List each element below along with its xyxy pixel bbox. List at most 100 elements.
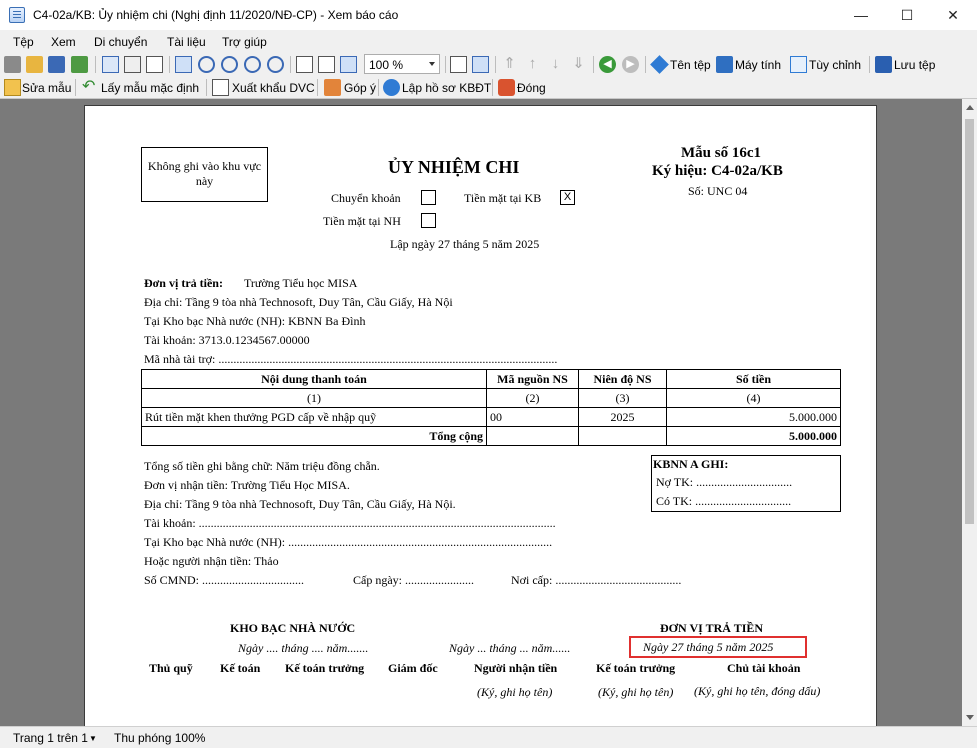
customize-icon[interactable] <box>790 56 807 73</box>
edit-template-button[interactable]: Sửa mẫu <box>22 81 71 95</box>
close-report-button[interactable]: Đóng <box>517 81 546 95</box>
zoom-select[interactable]: 100 % <box>364 54 440 74</box>
total-label: Tổng cộng <box>141 426 487 446</box>
header-content: Nội dung thanh toán <box>141 369 487 389</box>
single-page-icon[interactable] <box>450 56 467 73</box>
document-number: Số: UNC 04 <box>688 184 748 198</box>
close-window-button[interactable]: ✕ <box>930 0 976 31</box>
save-file-icon[interactable] <box>875 56 892 73</box>
globe-icon[interactable] <box>383 79 400 96</box>
treasury-date-placeholder: Ngày .... tháng .... năm....... <box>238 641 369 655</box>
whole-page-icon[interactable] <box>318 56 335 73</box>
undo-arrow-icon[interactable]: ↶ <box>82 79 99 96</box>
menu-file[interactable]: Tệp <box>13 35 34 49</box>
total-amount: 5.000.000 <box>666 426 841 446</box>
export-dvc-button[interactable]: Xuất khẩu DVC <box>232 81 315 95</box>
feedback-icon[interactable] <box>324 79 341 96</box>
first-page-icon[interactable]: ⇑ <box>501 56 518 73</box>
page-dropdown-icon[interactable]: ▼ <box>89 734 97 743</box>
cash-nh-checkbox[interactable] <box>421 213 436 228</box>
menu-navigate[interactable]: Di chuyển <box>94 35 147 49</box>
zoom-out-icon[interactable] <box>244 56 261 73</box>
row-fiscal-year: 2025 <box>578 407 667 427</box>
total-empty <box>578 426 667 446</box>
role-chief-accountant: Kế toán trưởng <box>285 661 365 675</box>
edit-template-icon[interactable] <box>4 79 21 96</box>
calculator-button[interactable]: Máy tính <box>735 58 781 72</box>
zoom-in-icon[interactable] <box>221 56 238 73</box>
print-icon[interactable] <box>4 56 21 73</box>
scroll-up-icon[interactable] <box>966 105 974 110</box>
issue-place: Nơi cấp: ...............................… <box>511 573 682 587</box>
menu-document[interactable]: Tài liệu <box>167 35 206 49</box>
create-kbdt-button[interactable]: Lập hồ sơ KBĐT <box>402 81 491 95</box>
transfer-checkbox[interactable] <box>421 190 436 205</box>
window-title: C4-02a/KB: Ủy nhiệm chi (Nghị định 11/20… <box>33 8 399 22</box>
zoom-fit-icon[interactable] <box>267 56 284 73</box>
sign-note-chief-accountant: (Ký, ghi họ tên) <box>598 685 674 699</box>
treasury-sign-header: KHO BẠC NHÀ NƯỚC <box>230 621 356 635</box>
cash-nh-label: Tiền mặt tại NH <box>323 214 401 228</box>
forward-icon[interactable]: ▶ <box>622 56 639 73</box>
payer-name: Trường Tiểu học MISA <box>244 276 358 290</box>
previous-page-icon[interactable]: ↑ <box>524 56 541 73</box>
menu-view[interactable]: Xem <box>51 35 76 49</box>
kbnn-debit: Nợ TK: ................................ <box>656 475 793 489</box>
minimize-button[interactable]: — <box>838 0 884 31</box>
calculator-icon[interactable] <box>716 56 733 73</box>
maximize-button[interactable]: ☐ <box>884 0 930 31</box>
preview-icon[interactable] <box>146 56 163 73</box>
customize-button[interactable]: Tùy chỉnh <box>809 58 861 72</box>
header-source-code: Mã nguồn NS <box>486 369 579 389</box>
export-dvc-icon[interactable] <box>212 79 229 96</box>
recipient-date-placeholder: Ngày ... tháng ... năm...... <box>449 641 571 655</box>
payer-label: Đơn vị trả tiền: <box>144 276 223 290</box>
last-page-icon[interactable]: ⇓ <box>570 56 587 73</box>
chevron-down-icon <box>429 62 435 66</box>
vertical-scrollbar[interactable] <box>962 99 977 726</box>
role-accountant: Kế toán <box>220 661 261 675</box>
scroll-thumb[interactable] <box>965 119 974 524</box>
save-icon[interactable] <box>48 56 65 73</box>
find-icon[interactable] <box>124 56 141 73</box>
page-indicator[interactable]: Trang 1 trên 1 <box>13 731 88 745</box>
file-name-button[interactable]: Tên tệp <box>670 58 711 72</box>
menu-help[interactable]: Trợ giúp <box>222 35 267 49</box>
scroll-down-icon[interactable] <box>966 715 974 720</box>
multi-page-icon[interactable] <box>472 56 489 73</box>
recipient-person: Hoặc người nhận tiền: Thảo <box>144 554 279 568</box>
cash-kb-checkbox[interactable]: X <box>560 190 575 205</box>
issue-date: Cấp ngày: ....................... <box>353 573 474 587</box>
table-row: Rút tiền mặt khen thưởng PGD cấp về nhập… <box>141 407 841 427</box>
report-viewer[interactable]: Không ghi vào khu vực này ỦY NHIỆM CHI M… <box>0 99 962 726</box>
open-folder-icon[interactable] <box>26 56 43 73</box>
close-report-icon[interactable] <box>498 79 515 96</box>
zoom-icon[interactable] <box>198 56 215 73</box>
status-bar: Trang 1 trên 1 ▼ Thu phóng 100% <box>0 726 977 748</box>
payer-treasury: Tại Kho bạc Nhà nước (NH): KBNN Ba Đình <box>144 314 366 328</box>
page-width-icon[interactable] <box>296 56 313 73</box>
header-fiscal-year: Niên độ NS <box>578 369 667 389</box>
save-file-button[interactable]: Lưu tệp <box>894 58 935 72</box>
col-number: (1) <box>141 388 487 408</box>
export-icon[interactable] <box>71 56 88 73</box>
feedback-button[interactable]: Góp ý <box>344 81 376 95</box>
payer-address: Địa chỉ: Tầng 9 tòa nhà Technosoft, Duy … <box>144 295 453 309</box>
zoom-100-icon[interactable] <box>340 56 357 73</box>
no-write-box: Không ghi vào khu vực này <box>141 147 268 202</box>
zoom-value: 100 % <box>369 58 404 72</box>
col-number: (4) <box>666 388 841 408</box>
hand-tool-icon[interactable] <box>175 56 192 73</box>
row-source-code: 00 <box>486 407 579 427</box>
payer-account: Tài khoản: 3713.0.1234567.00000 <box>144 333 310 347</box>
kbnn-title: KBNN A GHI: <box>653 457 729 471</box>
recipient-treasury: Tại Kho bạc Nhà nước (NH): .............… <box>144 535 553 549</box>
default-template-button[interactable]: Lấy mẫu mặc định <box>101 81 199 95</box>
title-bar: C4-02a/KB: Ủy nhiệm chi (Nghị định 11/20… <box>0 0 977 31</box>
back-icon[interactable]: ◀ <box>599 56 616 73</box>
next-page-icon[interactable]: ↓ <box>547 56 564 73</box>
page-setup-icon[interactable] <box>102 56 119 73</box>
table-number-row: (1) (2) (3) (4) <box>141 388 841 408</box>
file-name-icon[interactable] <box>650 55 669 74</box>
created-date: Lập ngày 27 tháng 5 năm 2025 <box>390 237 540 251</box>
